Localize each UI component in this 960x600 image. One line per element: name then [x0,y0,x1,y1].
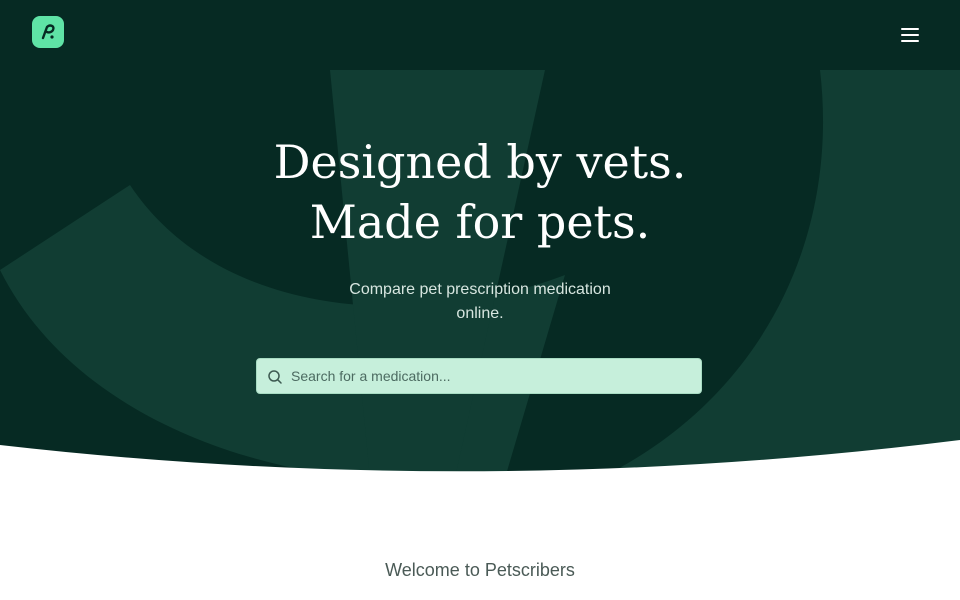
top-navigation [0,0,960,70]
headline-line-2: Made for pets. [309,195,651,249]
hamburger-menu-icon[interactable] [896,22,924,48]
search-input[interactable] [291,359,691,393]
headline-line-1: Designed by vets. [273,135,687,189]
welcome-heading: Welcome to Petscribers [385,560,575,580]
hero-section: Designed by vets. Made for pets. Compare… [0,0,960,480]
hero-subtitle: Compare pet prescription medication onli… [349,281,611,322]
hero-headline: Designed by vets. Made for pets. [0,132,960,252]
petscribers-logo-icon[interactable] [32,16,64,48]
medication-search-box[interactable] [256,358,702,394]
search-icon [268,370,282,384]
